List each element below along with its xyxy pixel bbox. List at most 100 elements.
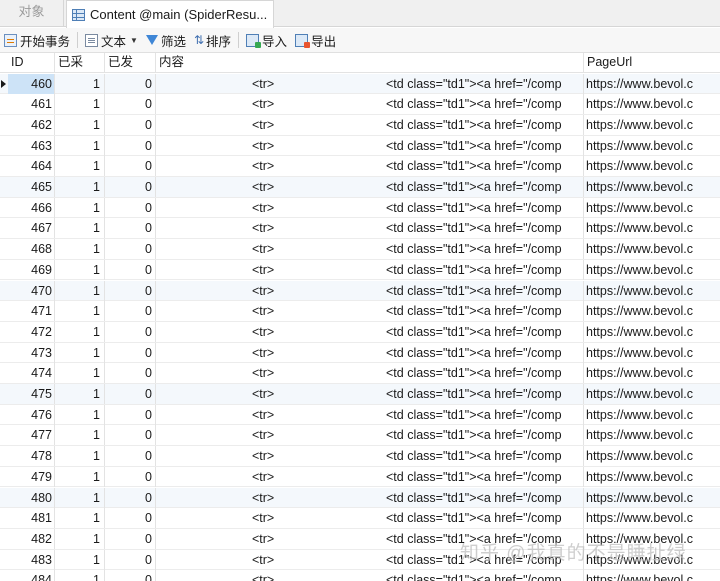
import-button[interactable]: 导入 xyxy=(242,29,291,51)
export-button[interactable]: 导出 xyxy=(291,29,340,51)
cell-id[interactable]: 483 xyxy=(8,549,55,570)
cell-pageurl[interactable]: https://www.bevol.c xyxy=(584,343,720,363)
cell-fa[interactable]: 0 xyxy=(105,363,156,384)
cell-cai[interactable]: 1 xyxy=(55,239,105,260)
cell-pageurl[interactable]: https://www.bevol.c xyxy=(584,281,720,301)
cell-cai[interactable]: 1 xyxy=(55,321,105,342)
cell-pageurl[interactable]: https://www.bevol.c xyxy=(584,467,720,487)
cell-cai[interactable]: 1 xyxy=(55,73,105,94)
cell-content[interactable]: <tr> <td class="td1"><a href="/comp xyxy=(156,197,584,218)
column-header-cai[interactable]: 已采 xyxy=(55,53,105,73)
table-row[interactable]: 465 1 0 <tr> <td class="td1"><a href="/comp h… xyxy=(0,177,720,198)
table-row[interactable]: 481 1 0 <tr> <td class="td1"><a href="/comp h… xyxy=(0,508,720,529)
cell-id[interactable]: 466 xyxy=(8,197,55,218)
cell-content[interactable]: <tr> <td class="td1"><a href="/comp xyxy=(156,114,584,135)
cell-fa[interactable]: 0 xyxy=(105,342,156,363)
cell-id[interactable]: 463 xyxy=(8,135,55,156)
cell-fa[interactable]: 0 xyxy=(105,197,156,218)
cell-id[interactable]: 475 xyxy=(8,384,55,404)
cell-id[interactable]: 474 xyxy=(8,363,55,384)
table-row[interactable]: 471 1 0 <tr> <td class="td1"><a href="/comp h… xyxy=(0,301,720,322)
cell-id[interactable]: 477 xyxy=(8,425,55,446)
cell-id[interactable]: 476 xyxy=(8,404,55,425)
table-row[interactable]: 473 1 0 <tr> <td class="td1"><a href="/comp h… xyxy=(0,342,720,364)
cell-cai[interactable]: 1 xyxy=(55,425,105,446)
table-row[interactable]: 460 1 0 <tr> <td class="td1"><a href="/comp h… xyxy=(0,73,720,95)
column-header-fa[interactable]: 已发 xyxy=(105,53,156,73)
cell-pageurl[interactable]: https://www.bevol.c xyxy=(584,115,720,135)
cell-fa[interactable]: 0 xyxy=(105,446,156,467)
table-row[interactable]: 479 1 0 <tr> <td class="td1"><a href="/comp h… xyxy=(0,466,720,488)
table-row[interactable]: 466 1 0 <tr> <td class="td1"><a href="/comp h… xyxy=(0,197,720,219)
cell-content[interactable]: <tr> <td class="td1"><a href="/comp xyxy=(156,73,584,94)
cell-fa[interactable]: 0 xyxy=(105,425,156,446)
cell-content[interactable]: <tr> <td class="td1"><a href="/comp xyxy=(156,549,584,570)
cell-fa[interactable]: 0 xyxy=(105,570,156,581)
cell-fa[interactable]: 0 xyxy=(105,259,156,280)
cell-pageurl[interactable]: https://www.bevol.c xyxy=(584,301,720,321)
cell-cai[interactable]: 1 xyxy=(55,466,105,487)
cell-content[interactable]: <tr> <td class="td1"><a href="/comp xyxy=(156,301,584,322)
cell-pageurl[interactable]: https://www.bevol.c xyxy=(584,156,720,176)
cell-content[interactable]: <tr> <td class="td1"><a href="/comp xyxy=(156,321,584,342)
cell-cai[interactable]: 1 xyxy=(55,301,105,322)
cell-id[interactable]: 473 xyxy=(8,342,55,363)
cell-content[interactable]: <tr> <td class="td1"><a href="/comp xyxy=(156,177,584,197)
cell-cai[interactable]: 1 xyxy=(55,528,105,549)
cell-pageurl[interactable]: https://www.bevol.c xyxy=(584,570,720,581)
cell-pageurl[interactable]: https://www.bevol.c xyxy=(584,136,720,156)
table-row[interactable]: 483 1 0 <tr> <td class="td1"><a href="/comp h… xyxy=(0,549,720,571)
cell-content[interactable]: <tr> <td class="td1"><a href="/comp xyxy=(156,446,584,467)
sort-button[interactable]: ⇅ 排序 xyxy=(190,29,235,51)
table-row[interactable]: 484 1 0 <tr> <td class="td1"><a href="/comp h… xyxy=(0,570,720,581)
cell-content[interactable]: <tr> <td class="td1"><a href="/comp xyxy=(156,156,584,177)
cell-pageurl[interactable]: https://www.bevol.c xyxy=(584,94,720,114)
text-view-button[interactable]: 文本 ▼ xyxy=(81,29,142,51)
cell-cai[interactable]: 1 xyxy=(55,177,105,197)
cell-id[interactable]: 460 xyxy=(8,73,55,94)
cell-pageurl[interactable]: https://www.bevol.c xyxy=(584,425,720,445)
cell-id[interactable]: 482 xyxy=(8,528,55,549)
cell-fa[interactable]: 0 xyxy=(105,177,156,197)
column-header-content[interactable]: 内容 xyxy=(156,53,584,73)
table-row[interactable]: 463 1 0 <tr> <td class="td1"><a href="/comp h… xyxy=(0,135,720,157)
cell-cai[interactable]: 1 xyxy=(55,94,105,115)
cell-content[interactable]: <tr> <td class="td1"><a href="/comp xyxy=(156,404,584,425)
table-row[interactable]: 477 1 0 <tr> <td class="td1"><a href="/comp h… xyxy=(0,425,720,447)
cell-fa[interactable]: 0 xyxy=(105,218,156,239)
cell-content[interactable]: <tr> <td class="td1"><a href="/comp xyxy=(156,342,584,363)
table-row[interactable]: 472 1 0 <tr> <td class="td1"><a href="/comp h… xyxy=(0,321,720,343)
cell-content[interactable]: <tr> <td class="td1"><a href="/comp xyxy=(156,384,584,404)
cell-cai[interactable]: 1 xyxy=(55,197,105,218)
cell-id[interactable]: 484 xyxy=(8,570,55,581)
column-header-id[interactable]: ID xyxy=(8,53,55,73)
cell-content[interactable]: <tr> <td class="td1"><a href="/comp xyxy=(156,135,584,156)
cell-id[interactable]: 480 xyxy=(8,487,55,508)
cell-content[interactable]: <tr> <td class="td1"><a href="/comp xyxy=(156,466,584,487)
table-row[interactable]: 468 1 0 <tr> <td class="td1"><a href="/comp h… xyxy=(0,239,720,260)
cell-cai[interactable]: 1 xyxy=(55,487,105,508)
table-row[interactable]: 467 1 0 <tr> <td class="td1"><a href="/comp h… xyxy=(0,218,720,240)
cell-fa[interactable]: 0 xyxy=(105,73,156,94)
cell-fa[interactable]: 0 xyxy=(105,528,156,549)
table-row[interactable]: 462 1 0 <tr> <td class="td1"><a href="/comp h… xyxy=(0,114,720,136)
cell-content[interactable]: <tr> <td class="td1"><a href="/comp xyxy=(156,508,584,529)
cell-fa[interactable]: 0 xyxy=(105,487,156,508)
cell-pageurl[interactable]: https://www.bevol.c xyxy=(584,384,720,404)
cell-content[interactable]: <tr> <td class="td1"><a href="/comp xyxy=(156,363,584,384)
cell-pageurl[interactable]: https://www.bevol.c xyxy=(584,405,720,425)
cell-pageurl[interactable]: https://www.bevol.c xyxy=(584,177,720,197)
cell-cai[interactable]: 1 xyxy=(55,259,105,280)
cell-pageurl[interactable]: https://www.bevol.c xyxy=(584,508,720,528)
cell-fa[interactable]: 0 xyxy=(105,114,156,135)
table-row[interactable]: 474 1 0 <tr> <td class="td1"><a href="/comp h… xyxy=(0,363,720,384)
cell-pageurl[interactable]: https://www.bevol.c xyxy=(584,74,720,94)
cell-id[interactable]: 481 xyxy=(8,508,55,529)
cell-pageurl[interactable]: https://www.bevol.c xyxy=(584,322,720,342)
cell-cai[interactable]: 1 xyxy=(55,570,105,581)
cell-cai[interactable]: 1 xyxy=(55,280,105,301)
cell-id[interactable]: 464 xyxy=(8,156,55,177)
cell-cai[interactable]: 1 xyxy=(55,549,105,570)
cell-fa[interactable]: 0 xyxy=(105,508,156,529)
cell-cai[interactable]: 1 xyxy=(55,114,105,135)
